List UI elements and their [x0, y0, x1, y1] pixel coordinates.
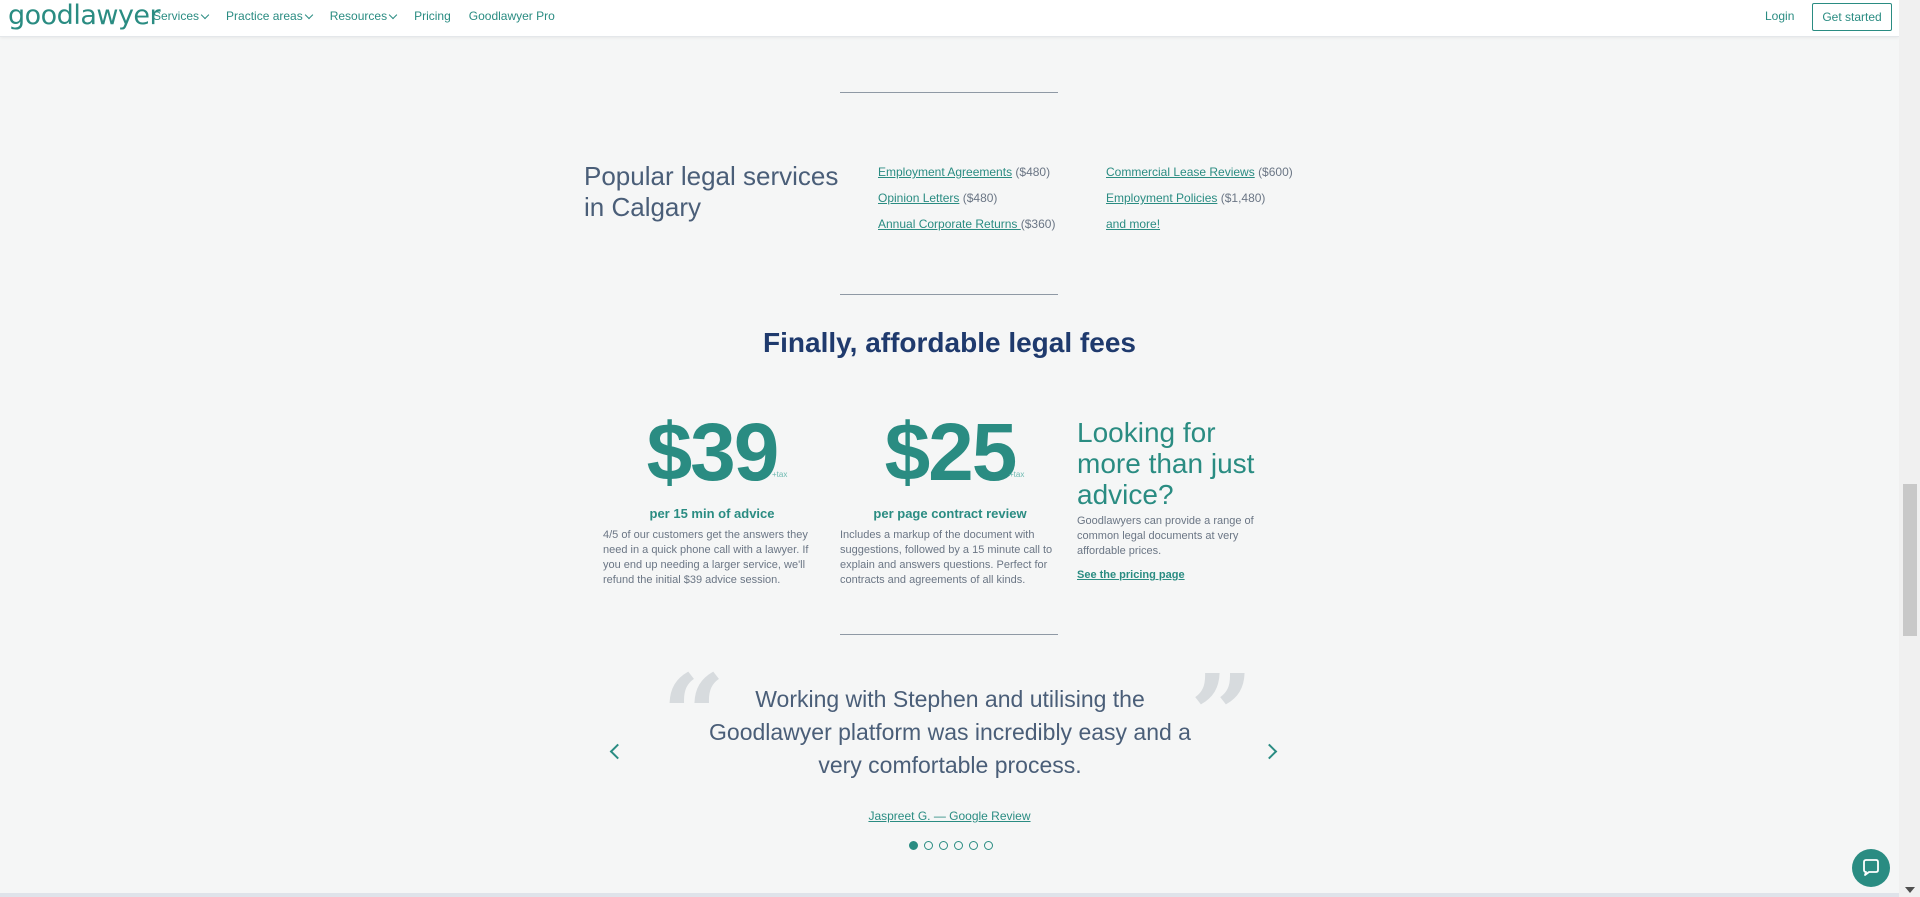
- advice-description: 4/5 of our customers get the answers the…: [603, 529, 809, 586]
- service-item: Employment Agreements ($480): [878, 159, 1055, 185]
- service-item: and more!: [1106, 211, 1293, 237]
- nav-goodlawyer-pro[interactable]: Goodlawyer Pro: [469, 9, 555, 23]
- nav-services-label: Services: [153, 9, 200, 23]
- advice-price-block: $39 per 15 min of advice: [612, 407, 812, 522]
- section-divider: [840, 92, 1058, 93]
- advice-price: $39: [646, 407, 780, 498]
- carousel-dot[interactable]: [969, 841, 978, 850]
- service-opinion-letters-link[interactable]: Opinion Letters: [878, 191, 959, 205]
- and-more-link[interactable]: and more!: [1106, 217, 1160, 231]
- nav-practice-areas-label: Practice areas: [226, 9, 303, 23]
- service-item: Commercial Lease Reviews ($600): [1106, 159, 1293, 185]
- testimonial-reviewer-link[interactable]: Jaspreet G. — Google Review: [0, 809, 1899, 823]
- chevron-down-icon: [304, 10, 313, 19]
- nav-services[interactable]: Services: [153, 9, 210, 23]
- scrollbar-thumb[interactable]: [1903, 484, 1917, 636]
- section-divider: [840, 634, 1058, 635]
- chevron-down-icon: [200, 10, 210, 19]
- chevron-down-icon: [388, 10, 398, 19]
- more-services-title: Looking for more than just advice?: [1077, 417, 1255, 510]
- get-started-button[interactable]: Get started: [1812, 3, 1892, 31]
- advice-tax-label: +tax: [772, 470, 788, 479]
- scroll-down-arrow-icon[interactable]: [1905, 887, 1915, 893]
- more-services-description: Goodlawyers can provide a range of commo…: [1077, 515, 1254, 557]
- service-item: Employment Policies ($1,480): [1106, 185, 1293, 211]
- carousel-dot[interactable]: [939, 841, 948, 850]
- login-link[interactable]: Login: [1765, 9, 1794, 23]
- carousel-dot[interactable]: [924, 841, 933, 850]
- service-price: ($1,480): [1220, 191, 1266, 205]
- nav-pricing[interactable]: Pricing: [414, 9, 451, 23]
- carousel-dot[interactable]: [909, 841, 918, 850]
- services-list-col2: Commercial Lease Reviews ($600) Employme…: [1106, 159, 1293, 237]
- review-tax-label: +tax: [1009, 470, 1025, 479]
- bottom-edge: [0, 893, 1899, 897]
- main-nav: Services Practice areas Resources Pricin…: [153, 9, 555, 23]
- review-price: $25: [884, 407, 1018, 498]
- nav-pricing-label: Pricing: [414, 9, 451, 23]
- service-commercial-lease-reviews-link[interactable]: Commercial Lease Reviews: [1106, 165, 1255, 179]
- chat-button[interactable]: [1852, 849, 1890, 887]
- advice-price-subtitle: per 15 min of advice: [649, 506, 775, 521]
- service-price: ($600): [1258, 165, 1293, 179]
- carousel-dot[interactable]: [954, 841, 963, 850]
- goodlawyer-logo[interactable]: goodlawyer: [8, 0, 161, 31]
- service-employment-policies-link[interactable]: Employment Policies: [1106, 191, 1217, 205]
- service-price: ($360): [1020, 217, 1056, 231]
- popular-services-title: Popular legal services in Calgary: [584, 161, 839, 222]
- service-price: ($480): [1015, 165, 1051, 179]
- nav-resources[interactable]: Resources: [329, 9, 398, 23]
- prev-arrow-icon[interactable]: [609, 743, 626, 760]
- next-arrow-icon[interactable]: [1261, 743, 1278, 760]
- review-price-subtitle: per page contract review: [873, 506, 1027, 521]
- section-divider: [840, 294, 1058, 295]
- testimonial-quote: Working with Stephen and utilising the G…: [709, 686, 1191, 778]
- review-price-block: $25 per page contract review: [850, 407, 1050, 522]
- nav-resources-label: Resources: [329, 9, 388, 23]
- chat-bubble-icon: [1863, 859, 1879, 876]
- review-description: Includes a markup of the document with s…: [840, 529, 1053, 586]
- carousel-dots: [909, 841, 993, 850]
- nav-practice-areas[interactable]: Practice areas: [226, 9, 313, 23]
- see-pricing-page-link[interactable]: See the pricing page: [1077, 569, 1185, 581]
- carousel-dot[interactable]: [984, 841, 993, 850]
- fees-heading: Finally, affordable legal fees: [763, 327, 1136, 358]
- vertical-scrollbar[interactable]: [1899, 0, 1920, 897]
- service-annual-corporate-returns-link[interactable]: Annual Corporate Returns: [878, 217, 1021, 231]
- service-item: Annual Corporate Returns ($360): [878, 211, 1055, 237]
- service-employment-agreements-link[interactable]: Employment Agreements: [878, 165, 1012, 179]
- top-navbar: goodlawyer Services Practice areas Resou…: [0, 0, 1899, 37]
- services-list-col1: Employment Agreements ($480) Opinion Let…: [878, 159, 1055, 237]
- service-item: Opinion Letters ($480): [878, 185, 1055, 211]
- service-price: ($480): [962, 191, 998, 205]
- nav-goodlawyer-pro-label: Goodlawyer Pro: [468, 9, 555, 23]
